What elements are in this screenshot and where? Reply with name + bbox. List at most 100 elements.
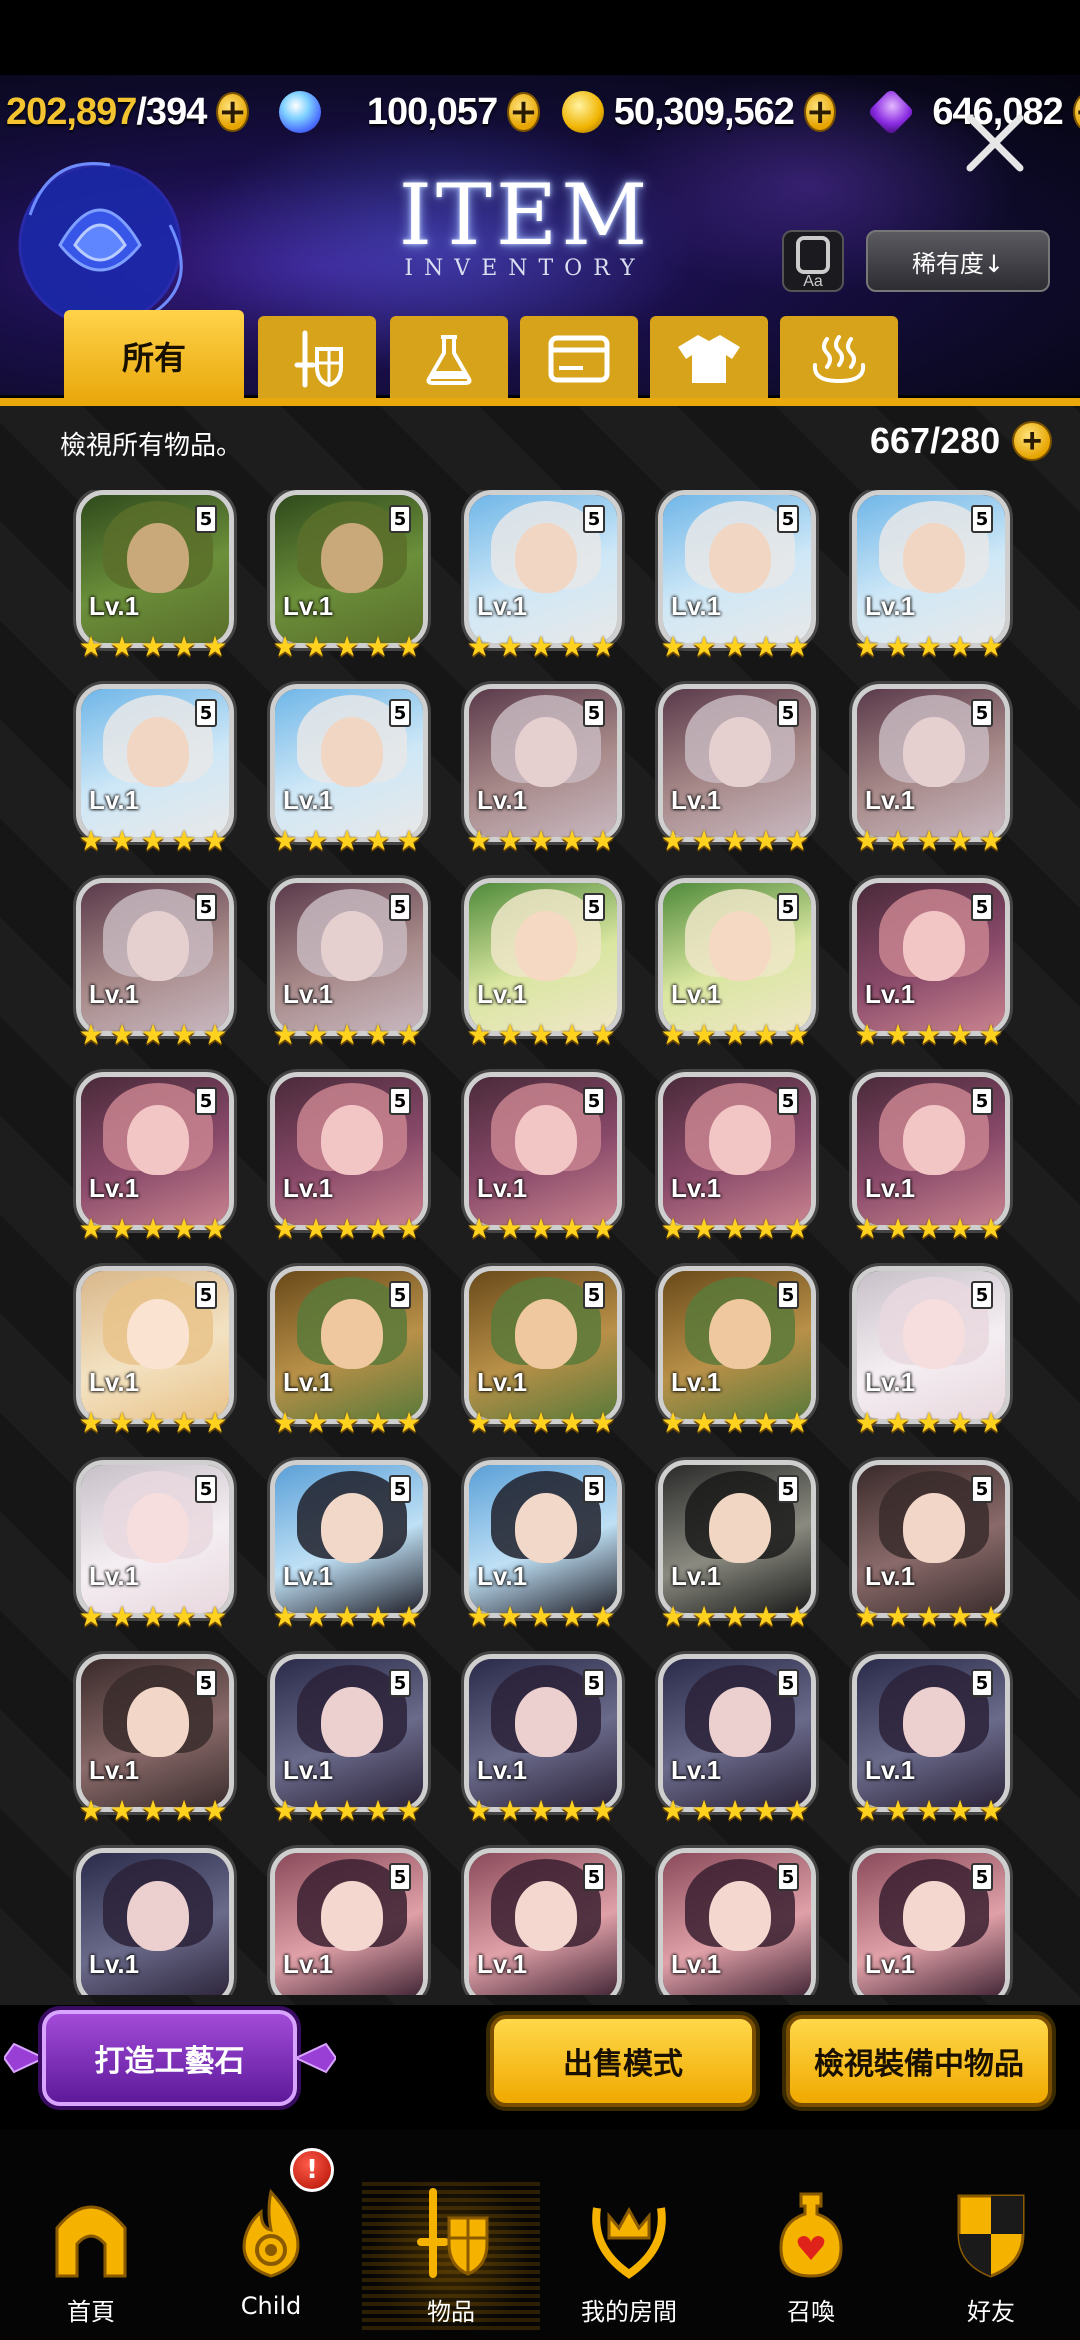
star-icon: ★ (947, 824, 973, 857)
star-icon: ★ (140, 630, 166, 663)
inventory-item[interactable]: 5 Lv.1 ★ ★ ★ ★ ★ (72, 490, 238, 662)
star-icon: ★ (109, 824, 135, 857)
inventory-item[interactable]: 5 Lv.1 ★ ★ ★ ★ ★ (266, 1654, 432, 1826)
inventory-item[interactable]: 5 Lv.1 ★ ★ ★ ★ ★ (266, 1460, 432, 1632)
inventory-item[interactable]: 5 Lv.1 ★ ★ ★ ★ ★ (460, 1460, 626, 1632)
star-icon: ★ (590, 824, 616, 857)
star-icon: ★ (978, 1600, 1004, 1633)
inventory-item[interactable]: 5 Lv.1 ★ ★ ★ ★ ★ (460, 1266, 626, 1438)
inventory-item[interactable]: 5 Lv.1 ★ ★ ★ ★ ★ (848, 1266, 1014, 1438)
star-icon: ★ (171, 1212, 197, 1245)
font-size-button[interactable]: Aa (782, 230, 844, 292)
inventory-item[interactable]: 5 Lv.1 ★ ★ ★ ★ ★ (654, 1460, 820, 1632)
inventory-item[interactable]: 5 Lv.1 ★ ★ ★ ★ ★ (72, 878, 238, 1050)
tab-consumables[interactable] (390, 316, 508, 401)
inventory-item[interactable]: 5 Lv.1 ★ ★ ★ ★ ★ (460, 1072, 626, 1244)
tab-cards[interactable] (520, 316, 638, 401)
inventory-item[interactable]: 5 Lv.1 ★ ★ ★ ★ ★ (72, 1654, 238, 1826)
inventory-item[interactable]: 5 Lv.1 ★ ★ ★ ★ ★ (848, 1072, 1014, 1244)
inventory-item[interactable]: 5 Lv.1 ★ ★ ★ ★ ★ (460, 684, 626, 856)
inventory-item[interactable]: 5 Lv.1 (848, 1848, 1014, 1995)
star-icon: ★ (78, 824, 104, 857)
star-rating: ★ ★ ★ ★ ★ (76, 632, 231, 662)
expand-inventory-button[interactable]: + (1012, 421, 1053, 461)
inventory-item[interactable]: 5 Lv.1 ★ ★ ★ ★ ★ (460, 1654, 626, 1826)
portrait-face (127, 717, 189, 787)
inventory-item[interactable]: 5 Lv.1 ★ ★ ★ ★ ★ (72, 1460, 238, 1632)
portrait-face (515, 717, 577, 787)
star-icon: ★ (854, 1600, 880, 1633)
page-title: ITEM INVENTORY (398, 166, 652, 281)
rank-badge: 5 (583, 1087, 605, 1115)
inventory-item[interactable]: 5 Lv.1 ★ ★ ★ ★ ★ (654, 1072, 820, 1244)
tab-equipment[interactable] (258, 316, 376, 401)
add-gold-button[interactable]: + (803, 92, 837, 132)
add-gem-button[interactable]: + (1072, 92, 1080, 132)
star-rating: ★ ★ ★ ★ ★ (658, 1408, 813, 1438)
inventory-item[interactable]: 5 Lv.1 ★ ★ ★ ★ ★ (654, 490, 820, 662)
star-rating: ★ ★ ★ ★ ★ (76, 826, 231, 856)
star-icon: ★ (365, 1018, 391, 1051)
close-icon[interactable] (960, 108, 1030, 178)
inventory-item[interactable]: 5 Lv.1 ★ ★ ★ ★ ★ (460, 878, 626, 1050)
inventory-item[interactable]: 5 Lv.1 ★ ★ ★ ★ ★ (72, 1266, 238, 1438)
flask-icon (426, 334, 472, 385)
item-level: Lv.1 (477, 1367, 528, 1397)
star-icon: ★ (272, 1406, 298, 1439)
nav-child[interactable]: Child (196, 2180, 346, 2330)
add-stamina-button[interactable]: + (216, 92, 249, 132)
sort-rarity-button[interactable]: 稀有度↓ (866, 230, 1050, 292)
inventory-item[interactable]: 5 Lv.1 ★ ★ ★ ★ ★ (266, 684, 432, 856)
inventory-item[interactable]: 5 Lv.1 (266, 1848, 432, 1995)
rank-badge: 5 (777, 699, 799, 727)
nav-items[interactable]: 物品 (362, 2180, 540, 2330)
item-card: 5 Lv.1 (852, 1072, 1010, 1230)
inventory-item[interactable]: 5 Lv.1 ★ ★ ★ ★ ★ (266, 1266, 432, 1438)
rank-badge: 5 (195, 1475, 217, 1503)
item-level: Lv.1 (865, 591, 916, 621)
tab-hot-spring[interactable] (780, 316, 898, 401)
inventory-item[interactable]: 5 Lv.1 ★ ★ ★ ★ ★ (848, 1460, 1014, 1632)
nav-my-room[interactable]: 我的房間 (554, 2180, 704, 2330)
inventory-item[interactable]: 5 Lv.1 ★ ★ ★ ★ ★ (654, 684, 820, 856)
craft-stone-button[interactable]: 打造工藝石 (42, 2010, 297, 2106)
inventory-item[interactable]: 5 Lv.1 ★ ★ ★ ★ ★ (848, 1654, 1014, 1826)
inventory-item[interactable]: 5 Lv.1 ★ ★ ★ ★ ★ (266, 1072, 432, 1244)
star-icon: ★ (171, 824, 197, 857)
star-rating: ★ ★ ★ ★ ★ (270, 1020, 425, 1050)
star-icon: ★ (722, 630, 748, 663)
item-level: Lv.1 (477, 1755, 528, 1785)
star-icon: ★ (947, 1018, 973, 1051)
item-level: Lv.1 (283, 1561, 334, 1591)
nav-friends[interactable]: 好友 (916, 2180, 1066, 2330)
nav-summon[interactable]: 召喚 (736, 2180, 886, 2330)
item-level: Lv.1 (477, 979, 528, 1009)
inventory-item[interactable]: 5 Lv.1 ★ ★ ★ ★ ★ (848, 878, 1014, 1050)
inventory-item[interactable]: 5 Lv.1 ★ ★ ★ ★ ★ (72, 1072, 238, 1244)
sell-mode-button[interactable]: 出售模式 (490, 2015, 756, 2107)
nav-home[interactable]: 首頁 (16, 2180, 166, 2330)
add-crystal-button[interactable]: + (507, 92, 540, 132)
view-equipped-button[interactable]: 檢視裝備中物品 (786, 2015, 1052, 2107)
inventory-item[interactable]: 5 Lv.1 ★ ★ ★ ★ ★ (266, 878, 432, 1050)
inventory-item[interactable]: 5 Lv.1 ★ ★ ★ ★ ★ (654, 878, 820, 1050)
inventory-item[interactable]: 5 Lv.1 ★ ★ ★ ★ ★ (654, 1654, 820, 1826)
inventory-item[interactable]: 5 Lv.1 ★ ★ ★ ★ ★ (460, 490, 626, 662)
item-card: Lv.1 (76, 1848, 234, 1995)
inventory-item[interactable]: 5 Lv.1 ★ ★ ★ ★ ★ (72, 684, 238, 856)
inventory-item[interactable]: 5 Lv.1 ★ ★ ★ ★ ★ (266, 490, 432, 662)
inventory-item[interactable]: Lv.1 (72, 1848, 238, 1995)
item-level: Lv.1 (89, 785, 140, 815)
inventory-item[interactable]: 5 Lv.1 (654, 1848, 820, 1995)
tab-all[interactable]: 所有 (64, 310, 244, 401)
inventory-item[interactable]: 5 Lv.1 ★ ★ ★ ★ ★ (654, 1266, 820, 1438)
inventory-item[interactable]: 5 Lv.1 (460, 1848, 626, 1995)
inventory-item[interactable]: 5 Lv.1 ★ ★ ★ ★ ★ (848, 684, 1014, 856)
portrait-face (127, 1299, 189, 1369)
tab-costumes[interactable] (650, 316, 768, 401)
star-icon: ★ (466, 630, 492, 663)
star-rating: ★ ★ ★ ★ ★ (76, 1214, 231, 1244)
inventory-item[interactable]: 5 Lv.1 ★ ★ ★ ★ ★ (848, 490, 1014, 662)
star-icon: ★ (202, 1212, 228, 1245)
star-rating: ★ ★ ★ ★ ★ (658, 826, 813, 856)
